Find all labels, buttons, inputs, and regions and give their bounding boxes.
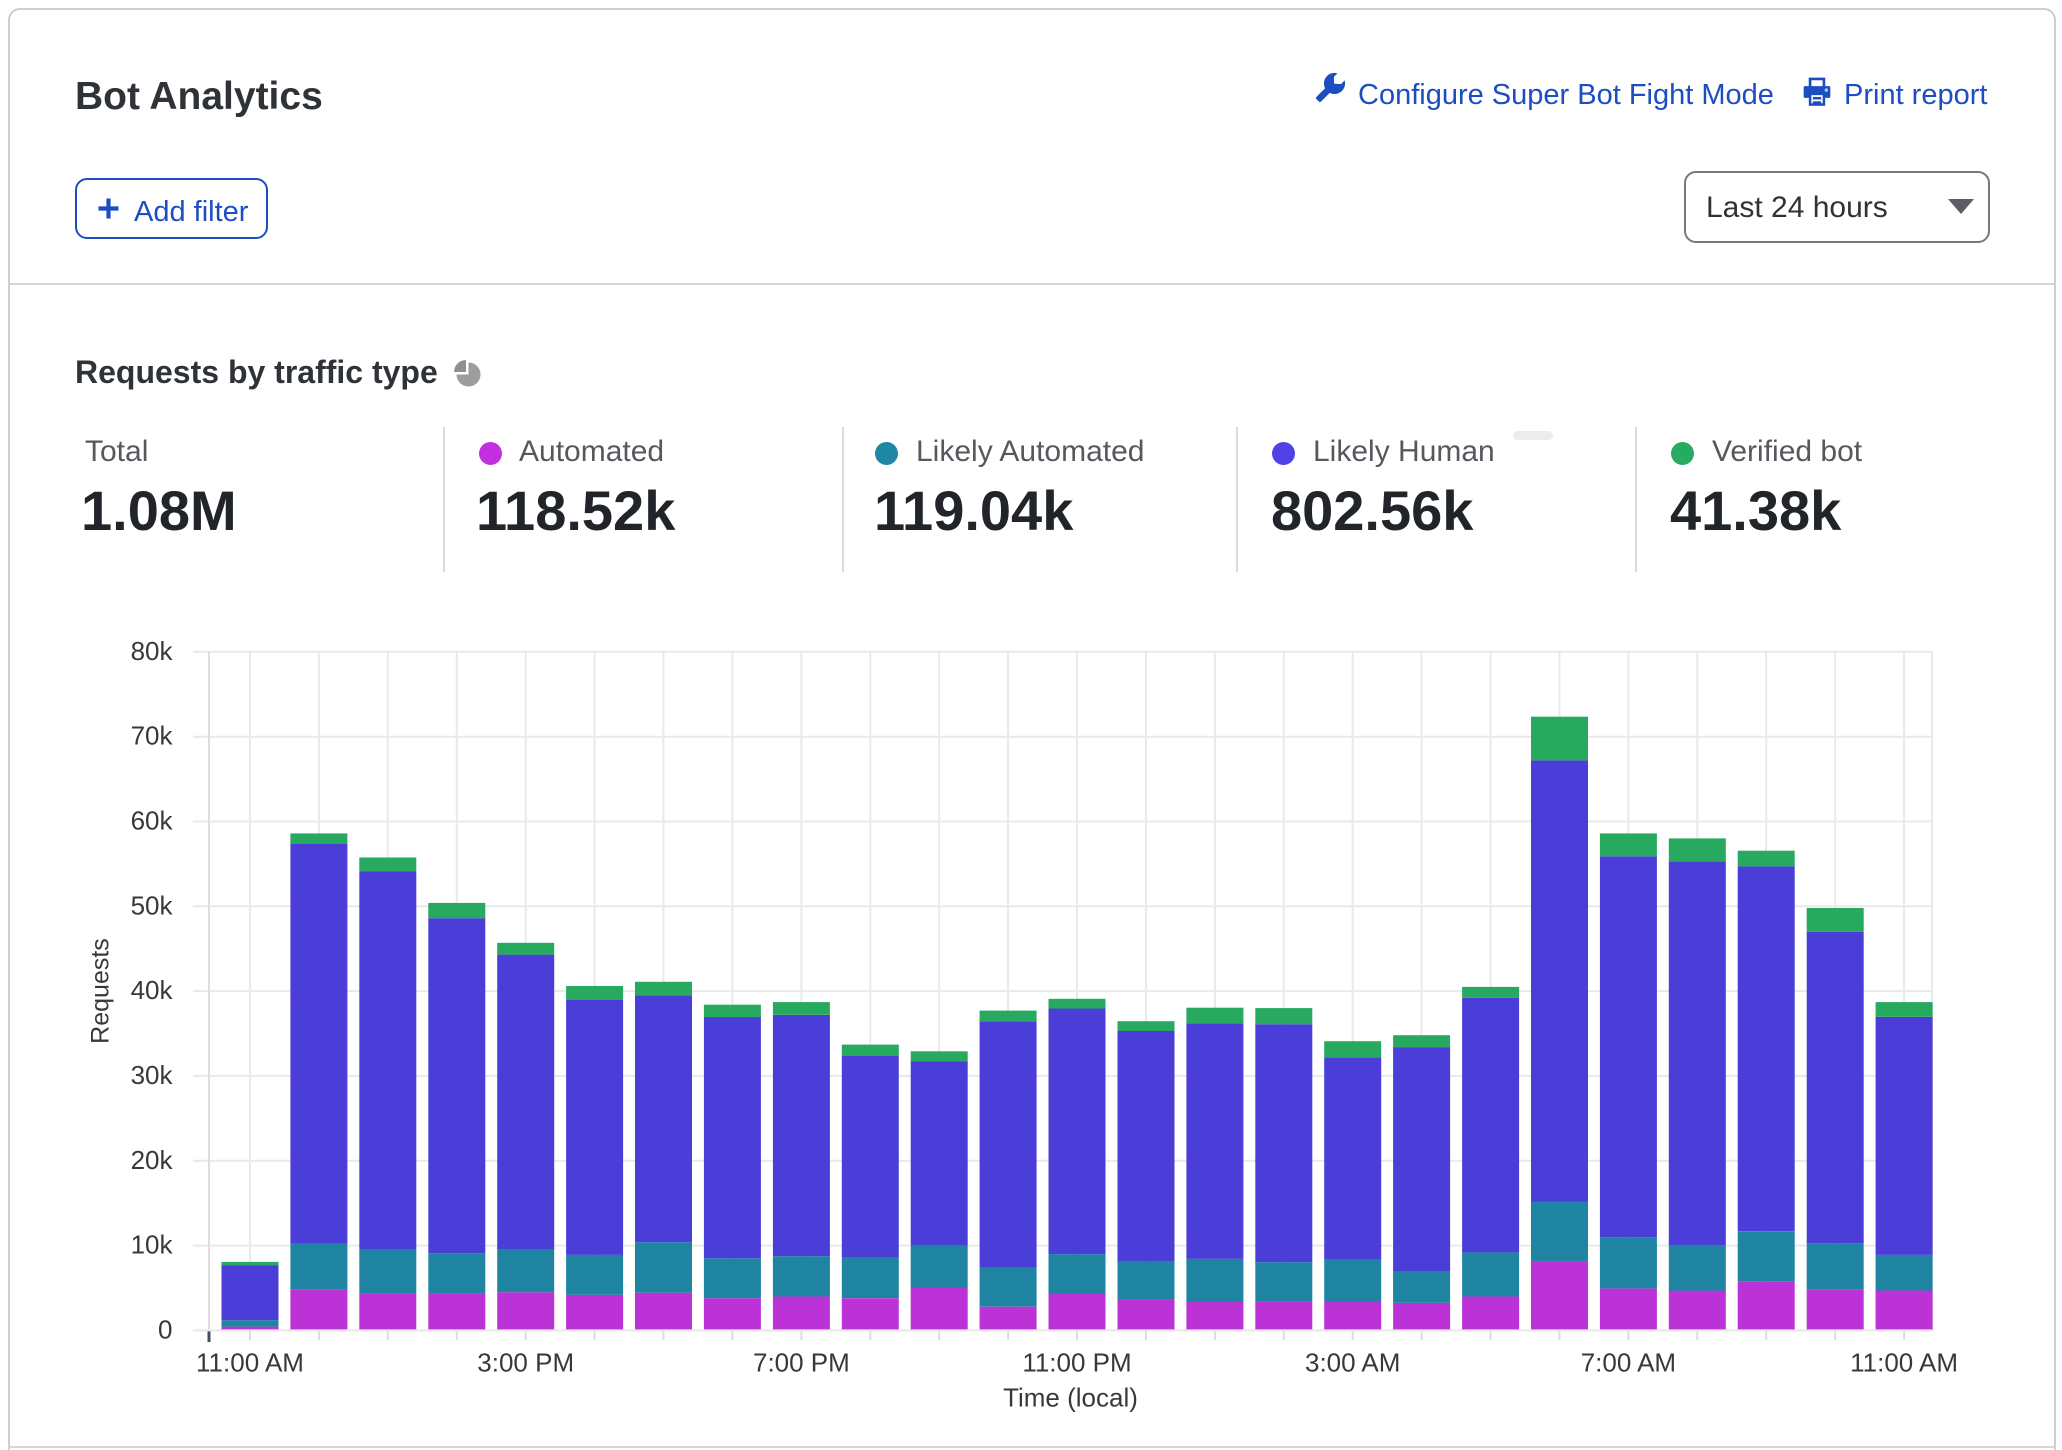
svg-text:20k: 20k <box>131 1145 174 1175</box>
svg-text:11:00 AM: 11:00 AM <box>1850 1348 1958 1378</box>
svg-text:7:00 PM: 7:00 PM <box>753 1348 850 1378</box>
svg-text:30k: 30k <box>131 1060 174 1090</box>
svg-text:70k: 70k <box>131 721 174 751</box>
svg-text:3:00 AM: 3:00 AM <box>1305 1348 1400 1378</box>
svg-text:Requests: Requests <box>87 938 115 1044</box>
svg-text:7:00 AM: 7:00 AM <box>1581 1348 1676 1378</box>
svg-text:11:00 PM: 11:00 PM <box>1022 1348 1131 1378</box>
svg-text:80k: 80k <box>131 636 174 666</box>
svg-text:10k: 10k <box>131 1230 174 1260</box>
svg-text:40k: 40k <box>131 975 174 1005</box>
svg-text:11:00 AM: 11:00 AM <box>196 1348 304 1378</box>
svg-text:0: 0 <box>158 1314 172 1344</box>
svg-text:3:00 PM: 3:00 PM <box>477 1348 574 1378</box>
svg-text:50k: 50k <box>131 890 174 920</box>
svg-text:60k: 60k <box>131 806 174 836</box>
svg-text:Time (local): Time (local) <box>1003 1383 1138 1413</box>
